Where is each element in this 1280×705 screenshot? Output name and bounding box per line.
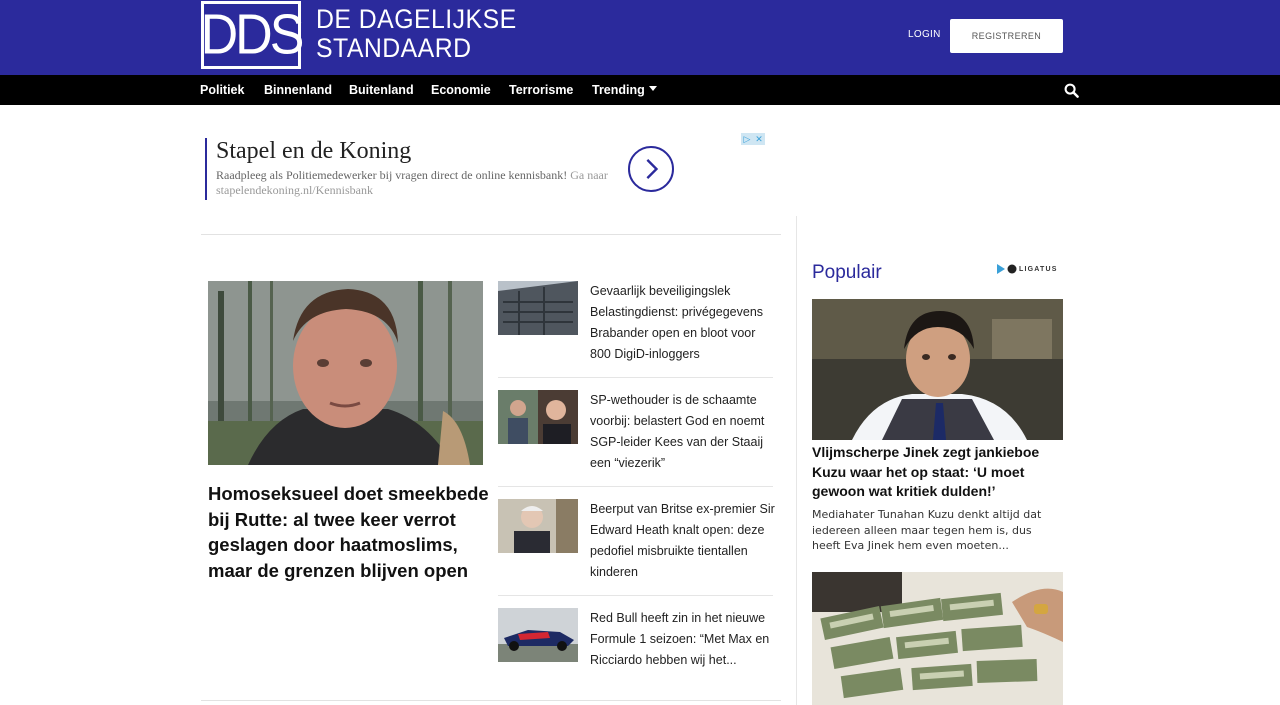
caret-down-icon <box>648 86 657 92</box>
nav-item-buitenland[interactable]: Buitenland <box>349 83 414 97</box>
article-thumbnail[interactable] <box>498 390 578 444</box>
logo-mark-text: DDS <box>200 3 305 67</box>
list-item[interactable]: Gevaarlijk beveiligingslek Belastingdien… <box>498 281 773 371</box>
ad-title[interactable]: Stapel en de Koning <box>216 138 411 165</box>
sidebar-divider <box>796 216 797 705</box>
register-button[interactable]: REGISTREREN <box>950 19 1063 53</box>
list-separator <box>498 486 773 487</box>
logo-line-2: STANDAARD <box>316 33 472 63</box>
article-headline[interactable]: Beerput van Britse ex-premier Sir Edward… <box>590 499 775 583</box>
nav-item-binnenland[interactable]: Binnenland <box>264 83 332 97</box>
popular-heading: Populair <box>812 262 882 283</box>
list-item[interactable]: SP-wethouder is de schaamte voorbij: bel… <box>498 390 773 480</box>
article-thumbnail[interactable] <box>498 281 578 335</box>
article-headline[interactable]: Red Bull heeft zin in het nieuwe Formule… <box>590 608 775 671</box>
article-thumbnail[interactable] <box>498 499 578 553</box>
ad-banner[interactable]: Stapel en de Koning Raadpleeg als Politi… <box>205 138 675 200</box>
login-link[interactable]: LOGIN <box>908 29 941 40</box>
adchoices-badge[interactable]: ▷ ✕ <box>741 133 765 145</box>
popular-image[interactable] <box>812 299 1063 440</box>
sponsor-label: LIGATUS <box>1019 265 1058 273</box>
list-item[interactable]: Red Bull heeft zin in het nieuwe Formule… <box>498 608 773 678</box>
site-header: DDS DE DAGELIJKSE STANDAARD LOGIN REGIST… <box>0 0 1280 75</box>
nav-item-economie[interactable]: Economie <box>431 83 491 97</box>
popular-summary: Mediahater Tunahan Kuzu denkt altijd dat… <box>812 508 1042 552</box>
ligatus-logo-icon <box>997 264 1017 274</box>
popular-headline[interactable]: Vlijmscherpe Jinek zegt jankieboe Kuzu w… <box>812 443 1067 502</box>
adchoices-icon: ▷ <box>741 133 753 145</box>
ad-description: Raadpleeg als Politiemedewerker bij vrag… <box>216 168 616 198</box>
sponsor-logo[interactable]: LIGATUS <box>997 264 1058 274</box>
feature-image[interactable] <box>208 281 483 465</box>
nav-item-terrorisme[interactable]: Terrorisme <box>509 83 573 97</box>
logo-wordmark[interactable]: DE DAGELIJKSE STANDAARD <box>316 5 517 63</box>
search-icon[interactable] <box>1064 83 1079 98</box>
list-separator <box>498 377 773 378</box>
nav-item-politiek[interactable]: Politiek <box>200 83 244 97</box>
close-icon[interactable]: ✕ <box>753 133 765 145</box>
popular-image[interactable] <box>812 572 1063 705</box>
nav-item-trending-label: Trending <box>592 83 645 97</box>
article-headline[interactable]: Gevaarlijk beveiligingslek Belastingdien… <box>590 281 775 365</box>
list-separator <box>498 595 773 596</box>
article-headline[interactable]: SP-wethouder is de schaamte voorbij: bel… <box>590 390 775 474</box>
ad-description-text: Raadpleeg als Politiemedewerker bij vrag… <box>216 168 568 182</box>
nav-item-trending[interactable]: Trending <box>592 83 657 97</box>
chevron-right-icon[interactable] <box>628 146 674 192</box>
divider <box>201 234 781 235</box>
logo-line-1: DE DAGELIJKSE <box>316 4 517 34</box>
main-nav: Politiek Binnenland Buitenland Economie … <box>0 75 1280 105</box>
list-item[interactable]: Beerput van Britse ex-premier Sir Edward… <box>498 499 775 589</box>
logo-mark[interactable]: DDS <box>200 1 305 69</box>
article-thumbnail[interactable] <box>498 608 578 662</box>
feature-headline[interactable]: Homoseksueel doet smeekbede bij Rutte: a… <box>208 481 493 583</box>
divider <box>201 700 781 701</box>
